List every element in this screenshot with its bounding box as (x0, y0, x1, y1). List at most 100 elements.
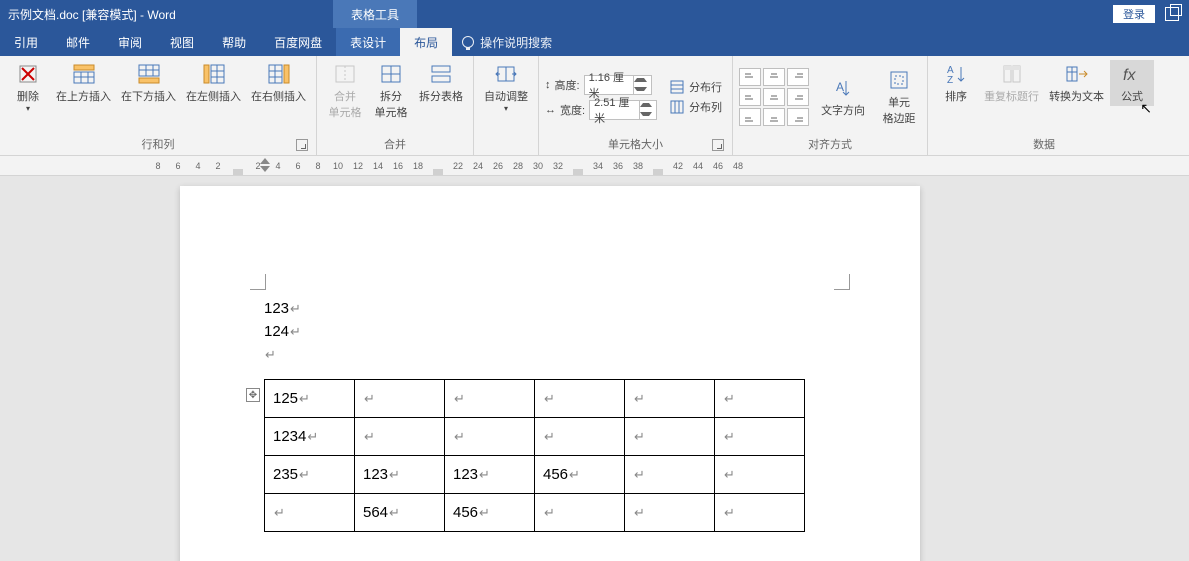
table-cell[interactable]: 1234↵ (265, 418, 355, 456)
insert-right-button[interactable]: 在右侧插入 (247, 60, 310, 106)
document-area[interactable]: 123↵ 124↵ ↵ 125↵↵↵↵↵↵1234↵↵↵↵↵↵235↵123↵1… (0, 176, 1189, 561)
cell-margins-button[interactable]: 单元 格边距 (877, 66, 921, 128)
tab-references[interactable]: 引用 (0, 28, 52, 56)
table-cell[interactable]: ↵ (715, 380, 805, 418)
formula-button[interactable]: fx 公式 (1110, 60, 1154, 106)
table-cell[interactable]: ↵ (715, 418, 805, 456)
height-arrows-icon: ↕ (545, 79, 551, 91)
distribute-cols-button[interactable]: 分布列 (665, 98, 726, 116)
insert-right-icon (265, 62, 293, 86)
convert-to-text-button[interactable]: 转换为文本 (1045, 60, 1108, 106)
lightbulb-icon (462, 36, 474, 48)
crop-mark-tr (834, 274, 850, 290)
sort-button[interactable]: AZ 排序 (934, 60, 978, 106)
align-top-center[interactable] (763, 68, 785, 86)
repeat-header-icon (998, 62, 1026, 86)
tab-review[interactable]: 审阅 (104, 28, 156, 56)
table-cell[interactable]: 235↵ (265, 456, 355, 494)
table-cell[interactable]: ↵ (445, 418, 535, 456)
table-cell[interactable]: ↵ (535, 418, 625, 456)
tab-help[interactable]: 帮助 (208, 28, 260, 56)
table-move-handle[interactable]: ✥ (246, 388, 260, 402)
ribbon-tabs: 引用 邮件 审阅 视图 帮助 百度网盘 表设计 布局 操作说明搜索 (0, 28, 1189, 56)
table-cell[interactable]: ↵ (715, 494, 805, 532)
table-cell[interactable]: ↵ (355, 418, 445, 456)
dialog-launcher-rows-cols[interactable] (296, 139, 308, 151)
svg-text:A: A (836, 80, 844, 94)
split-cells-icon (377, 62, 405, 86)
insert-left-button[interactable]: 在左侧插入 (182, 60, 245, 106)
paragraph[interactable]: ↵ (264, 346, 805, 363)
table-cell[interactable]: 123↵ (355, 456, 445, 494)
document-table[interactable]: 125↵↵↵↵↵↵1234↵↵↵↵↵↵235↵123↵123↵456↵↵↵↵56… (264, 379, 805, 532)
height-label: 高度: (555, 77, 580, 93)
restore-window-icon[interactable] (1165, 7, 1179, 21)
table-cell[interactable]: 125↵ (265, 380, 355, 418)
table-cell[interactable]: ↵ (445, 380, 535, 418)
table-cell[interactable]: ↵ (625, 418, 715, 456)
table-cell[interactable]: 456↵ (535, 456, 625, 494)
merge-cells-icon (331, 62, 359, 86)
split-table-button[interactable]: 拆分表格 (415, 60, 467, 106)
formula-icon: fx (1118, 62, 1146, 86)
insert-above-icon (70, 62, 98, 86)
table-cell[interactable]: ↵ (715, 456, 805, 494)
tab-layout[interactable]: 布局 (400, 28, 452, 56)
autofit-button[interactable]: 自动调整 ▾ (480, 60, 532, 115)
indent-marker[interactable] (260, 158, 270, 172)
merge-cells-button[interactable]: 合并 单元格 (323, 60, 367, 122)
svg-text:fx: fx (1123, 67, 1136, 84)
tab-baidu-drive[interactable]: 百度网盘 (260, 28, 336, 56)
table-cell[interactable]: ↵ (535, 380, 625, 418)
group-label-alignment: 对齐方式 (739, 134, 921, 155)
table-cell[interactable]: ↵ (265, 494, 355, 532)
distribute-rows-button[interactable]: 分布行 (665, 78, 726, 96)
table-cell[interactable]: ↵ (355, 380, 445, 418)
split-cells-button[interactable]: 拆分 单元格 (369, 60, 413, 122)
align-top-left[interactable] (739, 68, 761, 86)
align-mid-left[interactable] (739, 88, 761, 106)
cell-margins-icon (885, 68, 913, 92)
table-cell[interactable]: 564↵ (355, 494, 445, 532)
autofit-icon (492, 62, 520, 86)
width-label: 宽度: (560, 102, 585, 118)
distribute-cols-icon (669, 99, 685, 115)
align-bot-center[interactable] (763, 108, 785, 126)
split-table-icon (427, 62, 455, 86)
tab-mailings[interactable]: 邮件 (52, 28, 104, 56)
insert-left-icon (200, 62, 228, 86)
table-cell[interactable]: 456↵ (445, 494, 535, 532)
table-cell[interactable]: ↵ (625, 494, 715, 532)
align-mid-center[interactable] (763, 88, 785, 106)
dialog-launcher-cell-size[interactable] (712, 139, 724, 151)
tab-table-design[interactable]: 表设计 (336, 28, 400, 56)
horizontal-ruler[interactable]: 8642246810121416182224262830323436384244… (0, 156, 1189, 176)
paragraph[interactable]: 123↵ (264, 300, 805, 317)
delete-button[interactable]: 删除 ▾ (6, 60, 50, 115)
width-input[interactable]: 2.51 厘米 (589, 100, 657, 120)
height-input[interactable]: 1.16 厘米 (584, 75, 652, 95)
align-mid-right[interactable] (787, 88, 809, 106)
table-cell[interactable]: ↵ (625, 456, 715, 494)
width-arrows-icon: ↔ (545, 104, 556, 116)
insert-above-button[interactable]: 在上方插入 (52, 60, 115, 106)
paragraph[interactable]: 124↵ (264, 323, 805, 340)
table-cell[interactable]: ↵ (535, 494, 625, 532)
table-cell[interactable]: ↵ (625, 380, 715, 418)
crop-mark-tl (250, 274, 266, 290)
group-label-rows-cols: 行和列 (142, 134, 175, 155)
tab-view[interactable]: 视图 (156, 28, 208, 56)
tell-me-label: 操作说明搜索 (480, 34, 552, 51)
login-button[interactable]: 登录 (1113, 5, 1155, 23)
window-title: 示例文档.doc [兼容模式] - Word (8, 6, 176, 23)
insert-below-button[interactable]: 在下方插入 (117, 60, 180, 106)
page: 123↵ 124↵ ↵ 125↵↵↵↵↵↵1234↵↵↵↵↵↵235↵123↵1… (180, 186, 920, 561)
tell-me-search[interactable]: 操作说明搜索 (452, 28, 562, 56)
align-bot-left[interactable] (739, 108, 761, 126)
text-direction-button[interactable]: A 文字方向 (817, 74, 869, 120)
table-cell[interactable]: 123↵ (445, 456, 535, 494)
distribute-rows-icon (669, 79, 685, 95)
align-top-right[interactable] (787, 68, 809, 86)
align-bot-right[interactable] (787, 108, 809, 126)
repeat-header-button[interactable]: 重复标题行 (980, 60, 1043, 106)
